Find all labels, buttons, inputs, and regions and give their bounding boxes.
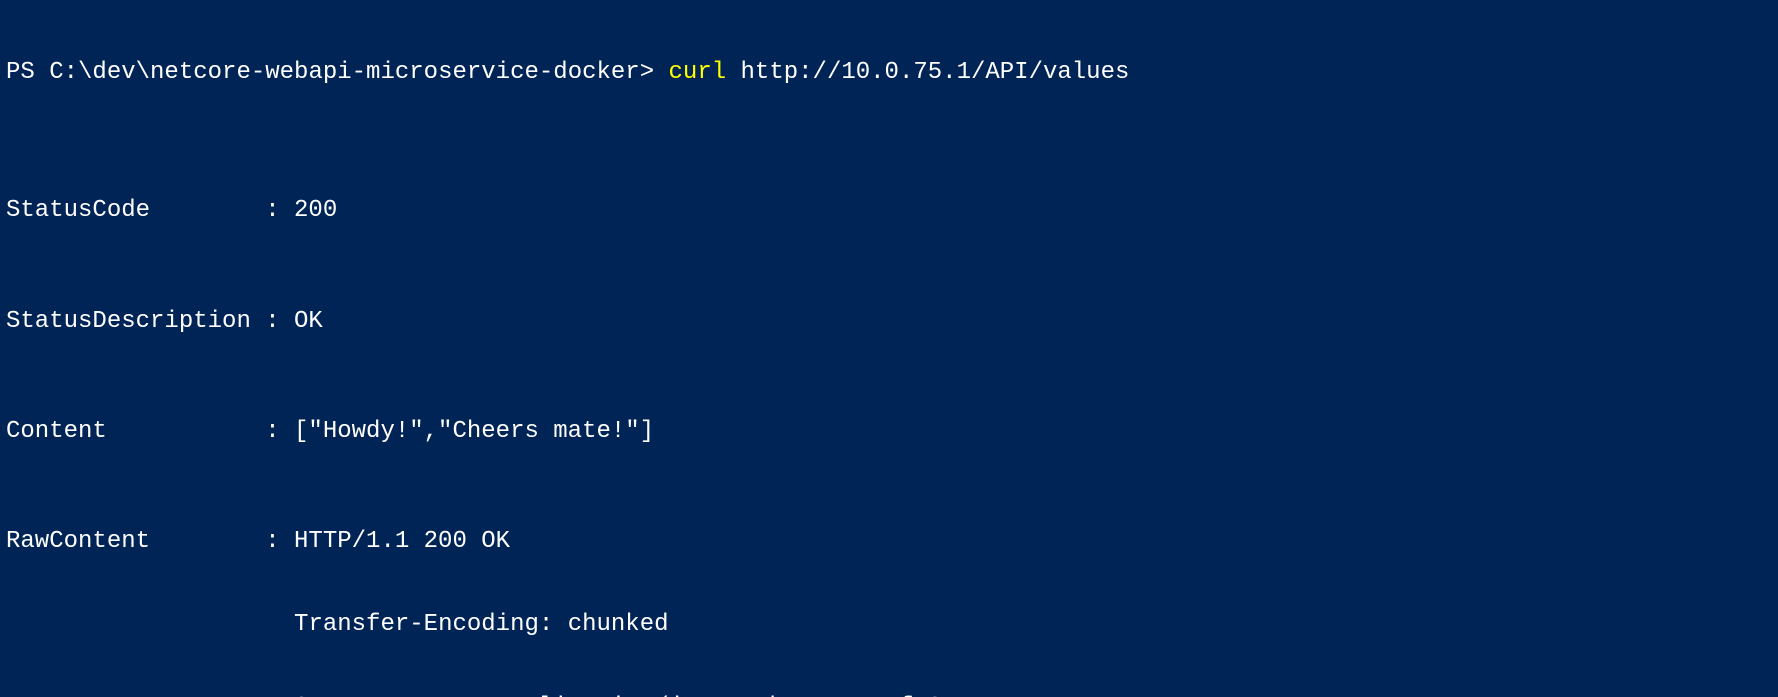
value-statuscode: 200 bbox=[294, 197, 337, 224]
label-content: Content bbox=[6, 418, 265, 446]
label-statuscode: StatusCode bbox=[6, 197, 265, 225]
prompt-argument: http://10.0.75.1/API/values bbox=[726, 59, 1129, 86]
terminal-output[interactable]: PS C:\dev\netcore-webapi-microservice-do… bbox=[0, 0, 1778, 697]
value-rawcontent-0: HTTP/1.1 200 OK bbox=[294, 528, 510, 555]
value-content: ["Howdy!","Cheers mate!"] bbox=[294, 418, 654, 445]
colon: : bbox=[265, 197, 294, 225]
row-rawcontent: RawContent: HTTP/1.1 200 OK bbox=[6, 528, 1772, 556]
row-statuscode: StatusCode: 200 bbox=[6, 197, 1772, 225]
row-statusdescription: StatusDescription: OK bbox=[6, 308, 1772, 336]
label-statusdescription: StatusDescription bbox=[6, 308, 265, 336]
colon: : bbox=[265, 418, 294, 446]
prompt-prefix: PS C:\dev\netcore-webapi-microservice-do… bbox=[6, 59, 669, 86]
colon: : bbox=[265, 308, 294, 336]
label-rawcontent: RawContent bbox=[6, 528, 265, 556]
prompt-line: PS C:\dev\netcore-webapi-microservice-do… bbox=[6, 59, 1772, 87]
row-rawcontent-cont1: Transfer-Encoding: chunked bbox=[6, 611, 1772, 639]
row-content: Content: ["Howdy!","Cheers mate!"] bbox=[6, 418, 1772, 446]
colon: : bbox=[265, 528, 294, 556]
prompt-command: curl bbox=[669, 59, 727, 86]
value-rawcontent-1: Transfer-Encoding: chunked bbox=[294, 611, 668, 638]
value-statusdescription: OK bbox=[294, 308, 323, 335]
